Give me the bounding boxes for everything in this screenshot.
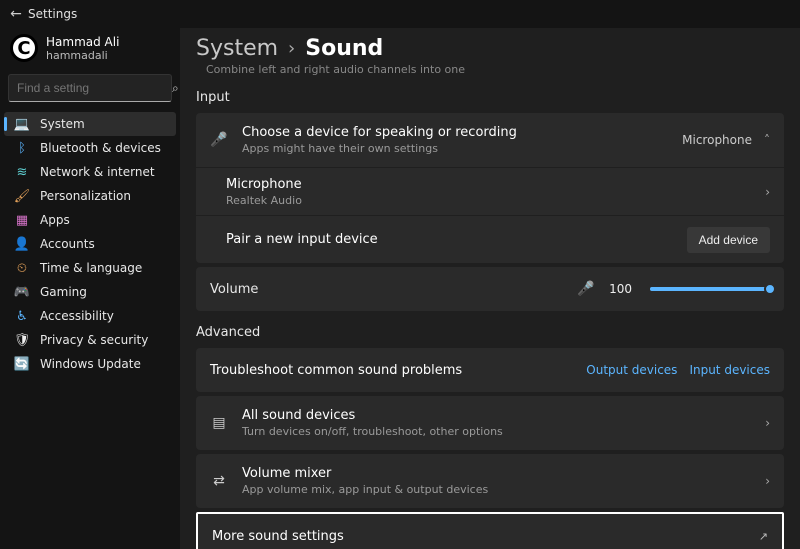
sidebar-item-apps[interactable]: ▦ Apps — [4, 208, 176, 232]
sidebar-item-label: Accessibility — [40, 309, 114, 323]
microphone-icon: 🎤 — [210, 132, 228, 148]
account-block[interactable]: C Hammad Ali hammadali — [0, 32, 180, 70]
main-pane: System › Sound Combine left and right au… — [180, 28, 800, 549]
all-devices-title: All sound devices — [242, 408, 751, 423]
search-box[interactable]: ⌕ — [8, 74, 172, 102]
sidebar-item-label: Personalization — [40, 189, 131, 203]
selected-input-device: Microphone — [682, 133, 752, 147]
section-header-input: Input — [196, 90, 784, 105]
sidebar-nav: 💻 System ᛒ Bluetooth & devices ≋ Network & in… — [0, 110, 180, 378]
section-header-advanced: Advanced — [196, 325, 784, 340]
sidebar-item-label: Windows Update — [40, 357, 141, 371]
chevron-up-icon: ˄ — [764, 133, 770, 147]
sidebar-item-label: Network & internet — [40, 165, 155, 179]
sidebar-item-privacy-icon: 🛡 — [14, 333, 30, 348]
mixer-sub: App volume mix, app input & output devic… — [242, 483, 751, 496]
sidebar-item-label: Bluetooth & devices — [40, 141, 161, 155]
sidebar: C Hammad Ali hammadali ⌕ 💻 System ᛒ Bluetoo… — [0, 28, 180, 549]
sidebar-item-system[interactable]: 💻 System — [4, 112, 176, 136]
sidebar-item-label: System — [40, 117, 85, 131]
choose-title: Choose a device for speaking or recordin… — [242, 125, 668, 140]
choose-input-device-row[interactable]: 🎤 Choose a device for speaking or record… — [196, 113, 784, 167]
input-card: 🎤 Choose a device for speaking or record… — [196, 113, 784, 263]
sidebar-item-accounts[interactable]: 👤 Accounts — [4, 232, 176, 256]
all-sound-devices-card[interactable]: ▤ All sound devices Turn devices on/off,… — [196, 396, 784, 450]
sidebar-item-gaming-icon: 🎮 — [14, 285, 30, 300]
chevron-right-icon: › — [765, 474, 770, 488]
breadcrumb-parent[interactable]: System — [196, 36, 278, 61]
mono-description: Combine left and right audio channels in… — [206, 63, 784, 76]
troubleshoot-card: Troubleshoot common sound problems Outpu… — [196, 348, 784, 392]
choose-sub: Apps might have their own settings — [242, 142, 668, 155]
sidebar-item-accessibility-icon: ♿ — [14, 309, 30, 324]
sidebar-item-label: Gaming — [40, 285, 87, 299]
input-devices-link[interactable]: Input devices — [689, 363, 770, 377]
mixer-icon: ⇄ — [210, 473, 228, 489]
sidebar-item-personalization-icon: 🖌 — [14, 189, 30, 204]
volume-slider[interactable] — [650, 287, 770, 291]
sidebar-item-label: Time & language — [40, 261, 142, 275]
breadcrumb-current: Sound — [305, 36, 383, 61]
sidebar-item-bluetooth-icon: ᛒ — [14, 141, 30, 156]
device-title: Microphone — [226, 177, 751, 192]
sidebar-item-label: Accounts — [40, 237, 95, 251]
search-icon: ⌕ — [172, 81, 179, 96]
troubleshoot-title: Troubleshoot common sound problems — [210, 363, 572, 378]
pair-input-device-row: Pair a new input device Add device — [196, 215, 784, 263]
devices-icon: ▤ — [210, 415, 228, 431]
microphone-device-row[interactable]: Microphone Realtek Audio › — [196, 167, 784, 215]
sidebar-item-network-icon: ≋ — [14, 165, 30, 180]
account-name: Hammad Ali — [46, 35, 119, 49]
sidebar-item-apps-icon: ▦ — [14, 213, 30, 228]
avatar: C — [10, 34, 38, 62]
microphone-icon[interactable]: 🎤 — [577, 281, 595, 297]
sidebar-item-update-icon: 🔄 — [14, 357, 30, 372]
volume-value: 100 — [609, 282, 632, 296]
window-title: Settings — [28, 7, 77, 21]
all-devices-sub: Turn devices on/off, troubleshoot, other… — [242, 425, 751, 438]
back-arrow-icon[interactable]: ← — [4, 6, 28, 22]
output-devices-link[interactable]: Output devices — [586, 363, 677, 377]
sidebar-item-update[interactable]: 🔄 Windows Update — [4, 352, 176, 376]
sidebar-item-personalization[interactable]: 🖌 Personalization — [4, 184, 176, 208]
more-sound-settings-card[interactable]: More sound settings ↗ — [196, 512, 784, 549]
account-handle: hammadali — [46, 49, 119, 62]
sidebar-item-time-icon: ⏲ — [14, 261, 30, 276]
sidebar-item-privacy[interactable]: 🛡 Privacy & security — [4, 328, 176, 352]
sidebar-item-label: Apps — [40, 213, 70, 227]
breadcrumb: System › Sound — [196, 36, 784, 61]
sidebar-item-time[interactable]: ⏲ Time & language — [4, 256, 176, 280]
external-link-icon: ↗ — [759, 530, 768, 543]
sidebar-item-bluetooth[interactable]: ᛒ Bluetooth & devices — [4, 136, 176, 160]
sidebar-item-system-icon: 💻 — [14, 117, 30, 132]
sidebar-item-network[interactable]: ≋ Network & internet — [4, 160, 176, 184]
sidebar-item-label: Privacy & security — [40, 333, 148, 347]
troubleshoot-row: Troubleshoot common sound problems Outpu… — [196, 348, 784, 392]
search-input[interactable] — [17, 81, 172, 95]
add-device-button[interactable]: Add device — [687, 227, 770, 253]
mixer-title: Volume mixer — [242, 466, 751, 481]
input-volume-row: Volume 🎤 100 — [196, 267, 784, 311]
chevron-right-icon: › — [765, 185, 770, 199]
pair-title: Pair a new input device — [226, 232, 673, 247]
volume-mixer-card[interactable]: ⇄ Volume mixer App volume mix, app input… — [196, 454, 784, 508]
input-volume-card: Volume 🎤 100 — [196, 267, 784, 311]
sidebar-item-accounts-icon: 👤 — [14, 237, 30, 252]
more-title: More sound settings — [212, 529, 745, 544]
chevron-right-icon: › — [288, 38, 295, 59]
device-sub: Realtek Audio — [226, 194, 751, 207]
titlebar: ← Settings — [0, 0, 800, 28]
sidebar-item-accessibility[interactable]: ♿ Accessibility — [4, 304, 176, 328]
chevron-right-icon: › — [765, 416, 770, 430]
volume-label: Volume — [210, 282, 258, 297]
sidebar-item-gaming[interactable]: 🎮 Gaming — [4, 280, 176, 304]
